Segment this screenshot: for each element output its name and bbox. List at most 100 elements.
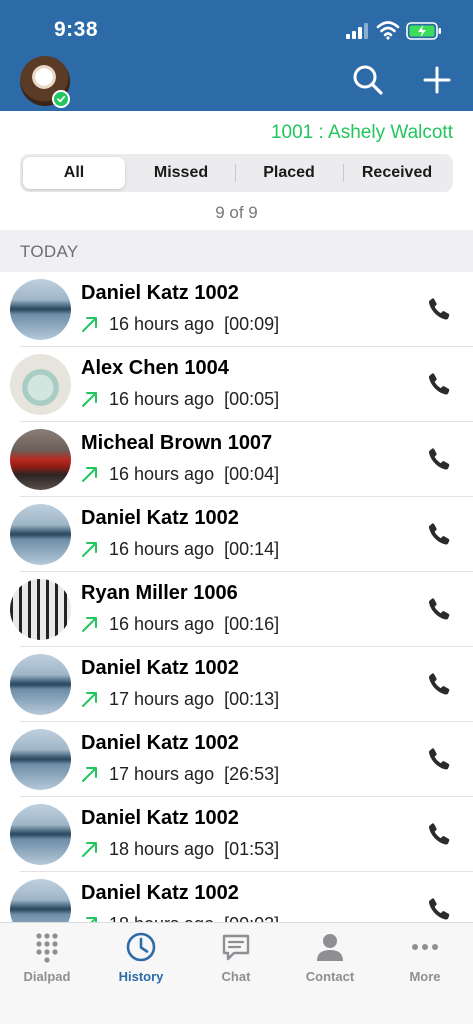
outgoing-call-arrow-icon [82,467,97,482]
call-meta: 16 hours ago [00:09] [109,314,279,335]
tab-history[interactable]: History [94,931,188,984]
more-icon [412,944,438,950]
cellular-signal-icon [346,23,368,39]
contact-avatar [10,504,71,565]
add-button[interactable] [419,62,455,98]
phone-call-icon[interactable] [426,521,452,547]
call-duration: [00:09] [224,314,280,334]
outgoing-call-arrow-icon [82,842,97,857]
call-count: 9 of 9 [215,203,258,222]
call-history-list[interactable]: Daniel Katz 1002 16 hours ago [00:09] Alex … [0,272,473,922]
call-meta: 16 hours ago [00:16] [109,614,279,635]
outgoing-call-arrow-icon [86,917,97,922]
contact-name: Alex Chen 1004 [81,357,229,379]
tab-chat[interactable]: Chat [189,931,283,984]
call-row[interactable]: Ryan Miller 1006 16 hours ago [00:16] [0,572,473,647]
call-filter-segmented-control: All Missed Placed Received [20,154,453,192]
outgoing-call-arrow-icon [82,542,97,557]
phone-call-icon[interactable] [426,371,452,397]
section-header: TODAY [0,230,473,272]
call-duration: [01:53] [224,839,280,859]
call-time-ago: 18 hours ago [109,914,214,922]
filter-tab-placed[interactable]: Placed [236,157,342,189]
chat-icon [222,934,250,961]
current-user-extension: 1001 : Ashely Walcott [270,122,453,143]
tab-more[interactable]: More [378,931,472,984]
outgoing-call-arrow-icon [82,392,97,407]
call-time-ago: 16 hours ago [109,314,215,334]
contact-name: Daniel Katz 1002 [81,807,239,829]
call-meta: 16 hours ago [00:04] [109,464,279,485]
call-duration: [00:04] [224,464,280,484]
tab-dialpad[interactable]: Dialpad [0,931,94,984]
contact-avatar [10,354,71,415]
outgoing-call-arrow-icon [82,317,97,332]
contact-name: Micheal Brown 1007 [81,432,273,454]
outgoing-call-arrow-icon [82,617,97,632]
filter-tab-missed[interactable]: Missed [128,157,234,189]
contact-name: Daniel Katz 1002 [81,882,239,904]
tab-dialpad-label: Dialpad [23,969,71,984]
tab-history-label: History [118,969,164,984]
phone-call-icon[interactable] [426,896,452,922]
contact-name: Daniel Katz 1002 [81,732,239,754]
contact-name: Ryan Miller 1006 [81,582,238,604]
search-button[interactable] [350,62,386,98]
online-status-badge [52,90,70,108]
tab-contact-label: Contact [305,969,355,984]
call-duration: [00:03] [224,914,279,922]
call-meta: 18 hours ago [01:53] [109,839,279,860]
call-row[interactable]: Daniel Katz 1002 17 hours ago [26:53] [0,722,473,797]
call-time-ago: 17 hours ago [109,689,215,709]
contact-name: Daniel Katz 1002 [81,507,239,529]
call-row[interactable]: Daniel Katz 1002 17 hours ago [00:13] [0,647,473,722]
clock-icon [126,932,156,962]
contact-name: Daniel Katz 1002 [81,282,239,304]
tab-contact[interactable]: Contact [283,931,377,984]
call-meta: 17 hours ago [26:53] [109,764,279,785]
contact-name: Daniel Katz 1002 [81,657,239,679]
call-duration: [00:14] [224,539,280,559]
status-bar: 9:38 [0,0,473,56]
phone-call-icon[interactable] [426,446,452,472]
call-row[interactable]: Daniel Katz 1002 16 hours ago [00:14] [0,497,473,572]
battery-charging-icon [406,22,441,40]
tab-more-label: More [409,969,441,984]
app-header: 9:38 [0,0,473,111]
status-time: 9:38 [54,18,99,41]
contact-avatar [10,804,71,865]
call-meta: 16 hours ago [00:14] [109,539,279,560]
outgoing-call-arrow-icon [82,767,97,782]
contact-avatar [10,879,71,922]
tab-chat-label: Chat [221,969,251,984]
phone-call-icon[interactable] [426,296,452,322]
call-duration: [00:13] [224,689,280,709]
filter-tab-received[interactable]: Received [344,157,450,189]
filter-tab-all[interactable]: All [23,157,125,189]
call-time-ago: 16 hours ago [109,464,215,484]
call-duration: [00:05] [224,389,280,409]
call-row[interactable]: Daniel Katz 1002 18 hours ago [01:53] [0,797,473,872]
wifi-icon [376,21,400,40]
call-row[interactable]: Alex Chen 1004 16 hours ago [00:05] [0,347,473,422]
call-time-ago: 16 hours ago [109,614,215,634]
call-time-ago: 16 hours ago [109,539,215,559]
call-duration: [26:53] [224,764,280,784]
contact-avatar [10,654,71,715]
call-meta: 16 hours ago [00:05] [109,389,279,410]
phone-call-icon[interactable] [426,821,452,847]
call-row[interactable]: Daniel Katz 1002 18 hours ago [00:03] [0,872,473,922]
call-meta: 17 hours ago [00:13] [109,689,279,710]
call-row[interactable]: Micheal Brown 1007 16 hours ago [00:04] [0,422,473,497]
contact-avatar [10,579,71,640]
call-meta: 18 hours ago [00:03] [109,914,279,922]
outgoing-call-arrow-icon [82,692,97,707]
call-row[interactable]: Daniel Katz 1002 16 hours ago [00:09] [0,272,473,347]
phone-call-icon[interactable] [426,671,452,697]
phone-call-icon[interactable] [426,746,452,772]
person-icon [317,934,343,961]
dialpad-icon [36,933,58,963]
call-time-ago: 18 hours ago [109,839,215,859]
phone-call-icon[interactable] [426,596,452,622]
checkmark-icon [57,95,66,103]
